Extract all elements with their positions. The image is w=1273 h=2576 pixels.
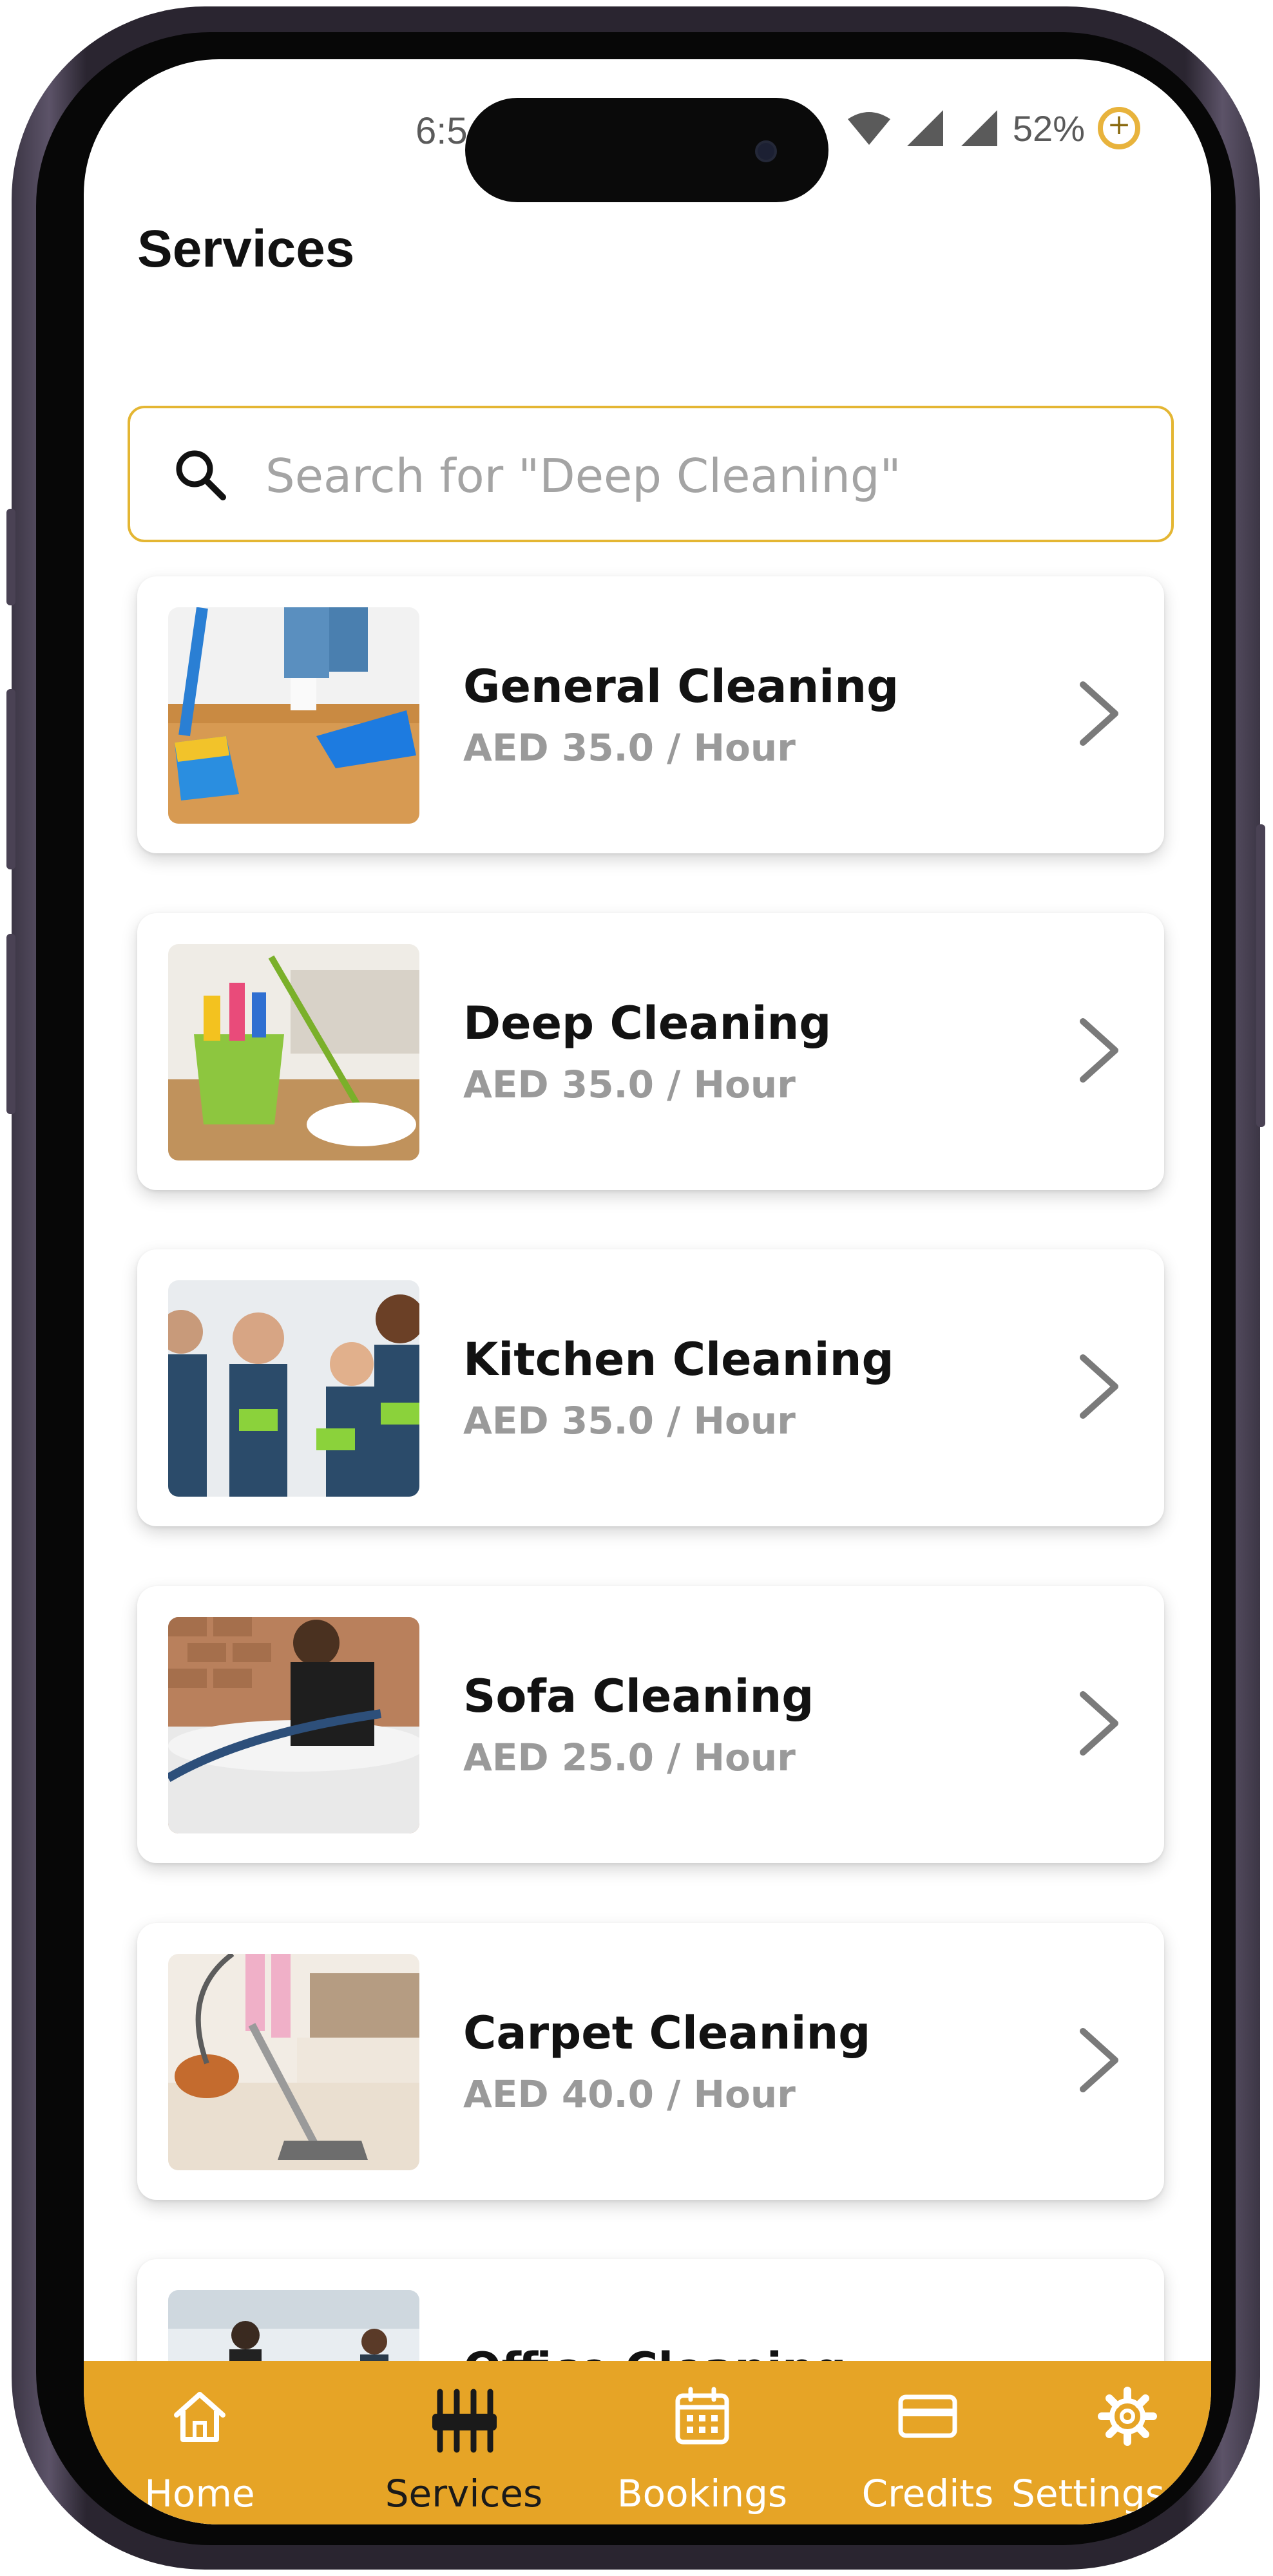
gear-icon xyxy=(1098,2387,1157,2446)
carpet-cleaning-image xyxy=(168,1954,419,2170)
service-name: Sofa Cleaning xyxy=(463,1670,814,1723)
kitchen-cleaning-image xyxy=(168,1280,419,1497)
nav-item-credits[interactable]: Credits xyxy=(818,2361,1037,2524)
service-name: Kitchen Cleaning xyxy=(463,1333,894,1386)
service-name: Deep Cleaning xyxy=(463,997,832,1050)
service-card-general-cleaning[interactable]: General Cleaning AED 35.0 / Hour xyxy=(137,576,1164,853)
credit-card-icon xyxy=(898,2394,957,2438)
signal-icon xyxy=(961,110,997,146)
chevron-right-icon xyxy=(1080,2028,1118,2092)
camera-lens xyxy=(755,140,777,162)
service-price: AED 35.0 / Hour xyxy=(463,1399,796,1443)
nav-label: Home xyxy=(144,2472,255,2515)
phone-frame: 6:5 52% Services xyxy=(6,6,1265,2570)
volume-up-button xyxy=(6,689,15,869)
search-bar[interactable] xyxy=(128,406,1174,542)
services-icon xyxy=(432,2389,497,2453)
chevron-right-icon xyxy=(1080,1354,1118,1419)
deep-cleaning-image xyxy=(168,944,419,1160)
service-price: AED 35.0 / Hour xyxy=(463,1063,796,1106)
chevron-right-icon xyxy=(1080,1018,1118,1083)
general-cleaning-image xyxy=(168,607,419,824)
app-screen: 6:5 52% Services xyxy=(84,59,1211,2524)
service-card-deep-cleaning[interactable]: Deep Cleaning AED 35.0 / Hour xyxy=(137,913,1164,1190)
nav-label: Settings xyxy=(1011,2472,1165,2515)
home-icon xyxy=(174,2392,225,2442)
bottom-navigation: Home Services Bookings Credits Settings xyxy=(84,2361,1211,2524)
nav-label: Bookings xyxy=(617,2472,788,2515)
service-card-kitchen-cleaning[interactable]: Kitchen Cleaning AED 35.0 / Hour xyxy=(137,1249,1164,1526)
chevron-right-icon xyxy=(1080,1691,1118,1756)
calendar-icon xyxy=(675,2387,729,2445)
service-price: AED 35.0 / Hour xyxy=(463,726,796,770)
nav-label: Credits xyxy=(861,2472,994,2515)
nav-item-services[interactable]: Services xyxy=(354,2361,573,2524)
battery-percentage: 52% xyxy=(1012,108,1085,149)
service-name: Carpet Cleaning xyxy=(463,2007,871,2060)
status-time: 6:5 xyxy=(416,110,468,152)
page-title: Services xyxy=(137,220,355,278)
nav-item-home[interactable]: Home xyxy=(122,2361,277,2524)
side-button xyxy=(6,509,15,605)
nav-item-settings[interactable]: Settings xyxy=(1011,2361,1211,2524)
search-icon xyxy=(176,450,226,500)
status-indicators: 52% xyxy=(847,106,1140,151)
chevron-right-icon xyxy=(1080,681,1118,746)
wifi-icon xyxy=(847,112,890,145)
signal-icon xyxy=(906,110,943,146)
battery-saver-icon xyxy=(1098,107,1140,149)
volume-down-button xyxy=(6,934,15,1114)
sofa-cleaning-image xyxy=(168,1617,419,1833)
nav-item-bookings[interactable]: Bookings xyxy=(593,2361,812,2524)
service-card-sofa-cleaning[interactable]: Sofa Cleaning AED 25.0 / Hour xyxy=(137,1586,1164,1863)
service-price: AED 25.0 / Hour xyxy=(463,1736,796,1779)
service-price: AED 40.0 / Hour xyxy=(463,2072,796,2116)
dynamic-island xyxy=(465,98,828,202)
nav-label: Services xyxy=(385,2472,543,2515)
power-button xyxy=(1256,824,1265,1127)
search-input[interactable] xyxy=(265,440,1142,511)
service-name: General Cleaning xyxy=(463,660,899,713)
service-card-carpet-cleaning[interactable]: Carpet Cleaning AED 40.0 / Hour xyxy=(137,1923,1164,2200)
